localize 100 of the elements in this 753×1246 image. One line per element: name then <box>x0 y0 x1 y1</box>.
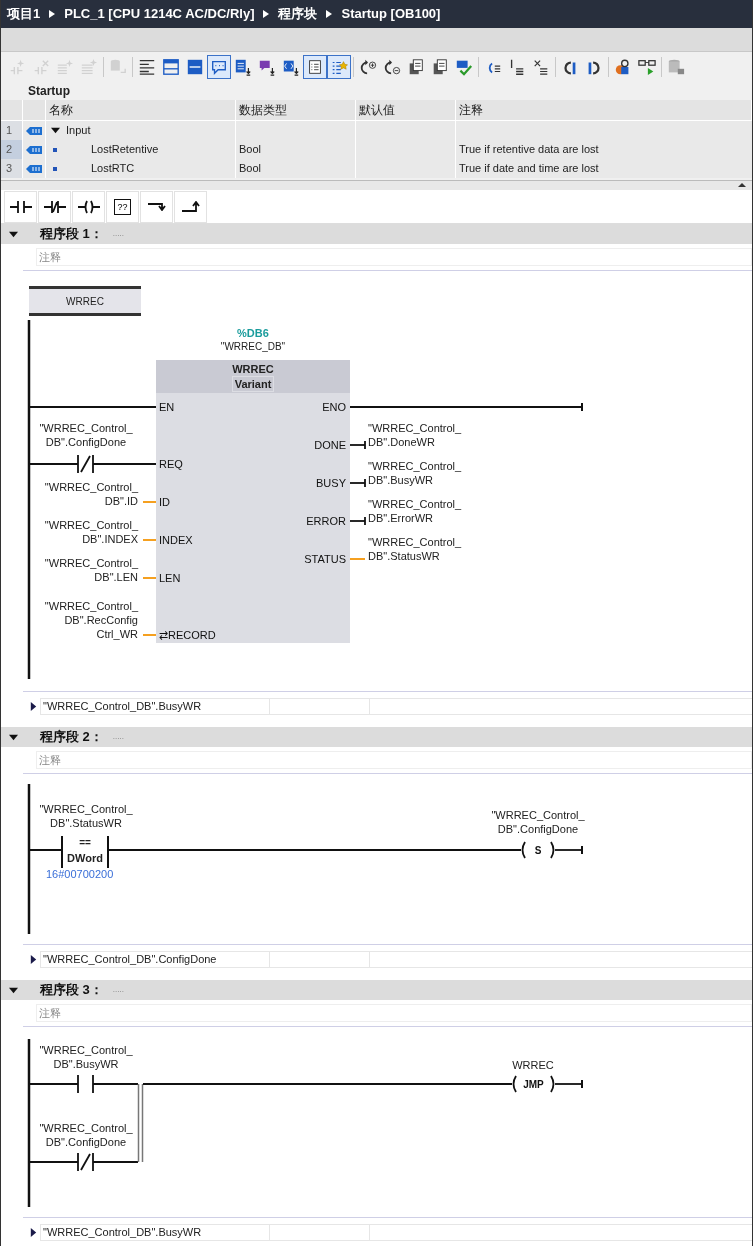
coil-type[interactable]: JMP <box>523 1076 544 1092</box>
expand-triangle-icon[interactable] <box>29 955 38 964</box>
breadcrumb-item[interactable]: 程序块 <box>278 4 318 24</box>
symbol-info-field[interactable]: "WRREC_Control_DB".BusyWR <box>40 1224 270 1241</box>
operand[interactable]: "WRREC_Control_ DB".ConfigDone <box>481 808 595 836</box>
expanded-triangle-icon[interactable] <box>9 229 18 239</box>
coil-button[interactable] <box>72 190 105 223</box>
block-name: WRREC <box>232 362 274 376</box>
operand[interactable]: "WRREC_Control_ DB".ID <box>44 480 138 508</box>
up-arrow-icon[interactable] <box>738 181 746 189</box>
operand[interactable]: "WRREC_Control_ DB".StatusWR <box>368 535 462 563</box>
symbol-info-field[interactable]: "WRREC_Control_DB".BusyWR <box>40 698 270 715</box>
column-header[interactable]: 注释 <box>456 100 752 120</box>
close-branch-button[interactable] <box>174 190 207 223</box>
operand[interactable]: "WRREC_Control_ DB".LEN <box>44 556 138 584</box>
expand-triangle-icon[interactable] <box>29 702 38 711</box>
expanded-triangle-icon[interactable] <box>51 126 60 135</box>
operand[interactable]: "WRREC_Control_ DB".StatusWR <box>29 802 143 830</box>
wire <box>92 1161 139 1163</box>
bubble-arrow-icon <box>258 58 276 76</box>
wire <box>28 1161 79 1163</box>
speech-bubble-icon <box>210 58 228 76</box>
jump-label: WRREC <box>29 286 141 316</box>
coil-bracket-icon <box>512 1075 517 1093</box>
open-branch-button[interactable] <box>140 190 173 223</box>
open-branch-icon <box>147 202 166 211</box>
closed-contact[interactable] <box>77 1152 94 1172</box>
contact-button[interactable] <box>4 190 37 223</box>
window-icon <box>162 58 180 76</box>
ladder-sparkle-icon <box>8 58 26 76</box>
input-pin: INDEX <box>159 533 193 547</box>
coil-bracket-icon <box>521 841 526 859</box>
chevron-icon <box>263 10 270 18</box>
table-cell: Bool <box>236 140 356 159</box>
section-name: Input <box>66 123 91 139</box>
output-pin: STATUS <box>304 552 346 566</box>
output-pin: DONE <box>314 438 346 452</box>
row-number[interactable]: 2 <box>1 140 23 159</box>
output-pin: BUSY <box>316 476 346 490</box>
wire <box>142 634 157 636</box>
operand[interactable]: "WRREC_Control_ DB".RecConfig Ctrl_WR <box>44 599 138 641</box>
function-block[interactable]: WRREC Variant EN REQ ID INDEX LEN ⇄RECORD ENO DONE BUSY ERROR STATUS <box>156 360 350 643</box>
coil-type[interactable]: S <box>534 842 542 858</box>
column-header[interactable]: 数据类型 <box>236 100 356 120</box>
pin-tick <box>364 478 366 488</box>
expand-triangle-icon[interactable] <box>29 1228 38 1237</box>
column-header[interactable]: 默认值 <box>356 100 456 120</box>
toolbar-button[interactable] <box>207 55 231 79</box>
pin-tick <box>364 440 366 450</box>
row-number[interactable]: 1 <box>1 121 23 140</box>
operand[interactable]: "WRREC_Control_ DB".INDEX <box>44 518 138 546</box>
empty-box-button[interactable]: ?? <box>106 190 139 223</box>
wire <box>92 463 157 465</box>
operand[interactable]: "WRREC_Control_ DB".DoneWR <box>368 421 462 449</box>
stacked-pages-icon <box>431 58 449 76</box>
network-title: 程序段 3： <box>40 981 103 1000</box>
operand[interactable]: "WRREC_Control_ DB".ConfigDone <box>29 421 143 449</box>
scrollbar[interactable] <box>1 180 752 190</box>
network-header[interactable]: 程序段 2： ..... <box>1 727 752 747</box>
wire <box>28 849 63 851</box>
bullet-icon <box>53 147 57 152</box>
row-number[interactable]: 3 <box>1 159 23 178</box>
network-header[interactable]: 程序段 3： ..... <box>1 980 752 1000</box>
network-comment-field[interactable]: 注释 <box>36 751 752 769</box>
compare-operator: == <box>79 836 91 850</box>
closed-contact-button[interactable] <box>38 190 71 223</box>
output-pin: ENO <box>322 400 346 414</box>
network-header[interactable]: 程序段 1： ..... <box>1 224 752 244</box>
coil-bracket-icon <box>550 1075 555 1093</box>
coil-bracket-icon <box>550 841 555 859</box>
lines-sparkle-icon <box>80 58 98 76</box>
text-lines-icon <box>138 58 156 76</box>
symbol-info-field[interactable]: "WRREC_Control_DB".ConfigDone <box>40 951 270 968</box>
closed-contact[interactable] <box>77 454 94 474</box>
magnifier-shapes-icon <box>614 58 632 76</box>
bullet-icon <box>53 166 57 171</box>
operand[interactable]: "WRREC_Control_ DB".ErrorWR <box>368 497 462 525</box>
operand[interactable]: "WRREC_Control_ DB".ConfigDone <box>29 1121 143 1149</box>
branch-list-icon <box>532 58 550 76</box>
column-header[interactable]: 名称 <box>46 100 236 120</box>
table-cell: Bool <box>236 159 356 178</box>
network-comment-field[interactable]: 注释 <box>36 1004 752 1022</box>
compare-contact[interactable]: == DWord <box>61 836 109 868</box>
expanded-triangle-icon[interactable] <box>9 732 18 742</box>
expanded-triangle-icon[interactable] <box>9 985 18 995</box>
breadcrumb-item[interactable]: Startup [OB100] <box>341 4 441 24</box>
breadcrumb-item[interactable]: PLC_1 [CPU 1214C AC/DC/Rly] <box>64 4 255 24</box>
jump-target[interactable]: WRREC <box>481 1058 585 1072</box>
toolbar-button[interactable] <box>303 55 327 79</box>
network-comment-field[interactable]: 注释 <box>36 248 752 266</box>
open-contact[interactable] <box>77 1074 94 1094</box>
list-star-icon <box>330 58 348 76</box>
input-tag-icon <box>26 163 42 174</box>
operand[interactable]: "WRREC_Control_ DB".BusyWR <box>368 459 462 487</box>
breadcrumb-item[interactable]: 项目1 <box>7 4 41 24</box>
compare-value[interactable]: 16#00700200 <box>46 866 114 883</box>
curved-arrow-plus-icon <box>359 58 377 76</box>
wire <box>349 520 366 522</box>
wire <box>349 558 366 560</box>
operand[interactable]: "WRREC_Control_ DB".BusyWR <box>29 1043 143 1071</box>
